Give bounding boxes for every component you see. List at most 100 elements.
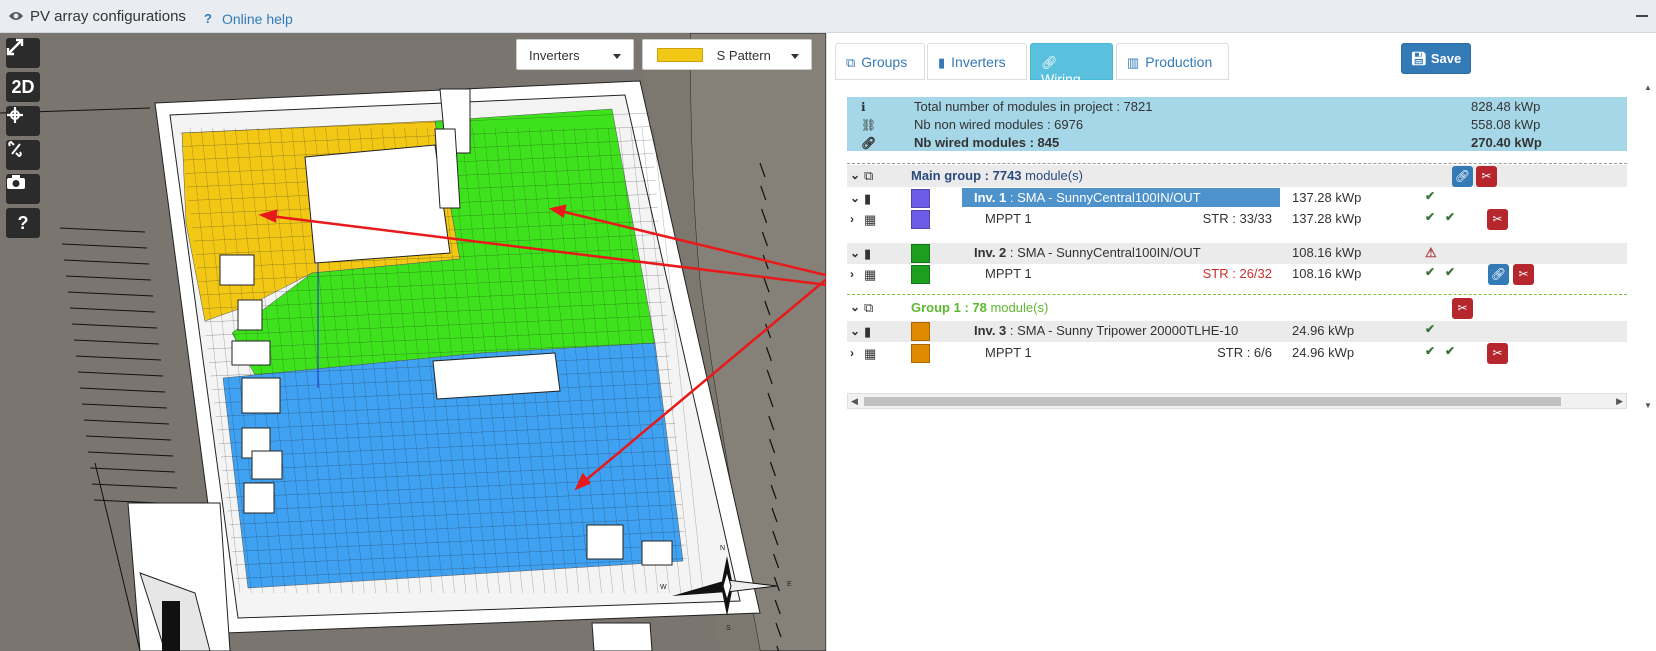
- help-tool-button[interactable]: ?: [6, 208, 40, 238]
- inverter-name: Inv. 3 : SMA - Sunny Tripower 20000TLHE-…: [974, 323, 1239, 338]
- caret-down-icon: [791, 54, 799, 59]
- group-1-row[interactable]: ⌄ ⧉ Group 1 : 78 module(s) ✂: [847, 297, 1627, 319]
- screenshot-button[interactable]: [6, 174, 40, 204]
- bar-chart-icon: ▥: [1127, 55, 1140, 70]
- unlink-button[interactable]: ✂: [1452, 298, 1473, 319]
- mppt-string-count: STR : 26/32: [1202, 266, 1272, 281]
- summary-total-label: Total number of modules in project : 782…: [914, 99, 1153, 114]
- scroll-down-icon[interactable]: ▼: [1644, 401, 1652, 410]
- mppt-icon: ▦: [864, 212, 877, 227]
- vertical-scrollbar[interactable]: ▲ ▼: [1640, 83, 1656, 413]
- check-icon: ✔: [1425, 189, 1436, 203]
- check-icon: ✔: [1445, 210, 1456, 224]
- mppt-color-swatch[interactable]: [911, 344, 930, 363]
- check-icon: ✔: [1445, 344, 1456, 358]
- check-icon: ✔: [1425, 322, 1436, 336]
- link-icon: 🔗︎: [861, 136, 877, 150]
- chevron-right-icon[interactable]: ›: [850, 267, 860, 281]
- group-icon: ⧉: [864, 300, 874, 315]
- check-icon: ✔: [1425, 210, 1436, 224]
- divider: [847, 163, 1627, 164]
- mppt-icon: ▦: [864, 346, 877, 361]
- roof-3d-viewport[interactable]: N S E W 2D ? Inverters S Pattern: [0, 33, 826, 651]
- wiring-panel: ⧉ Groups ▮ Inverters 🔗︎Wiring ▥ Production …: [826, 33, 1656, 651]
- unlink-button[interactable]: ✂: [1476, 166, 1497, 187]
- chevron-down-icon[interactable]: ⌄: [850, 191, 860, 205]
- caret-down-icon: [613, 54, 621, 59]
- tab-groups-label: Groups: [861, 54, 908, 70]
- tab-wiring[interactable]: 🔗︎Wiring: [1030, 43, 1113, 87]
- inverter-row-1[interactable]: ⌄ ▮ Inv. 1 : SMA - SunnyCentral100IN/OUT…: [847, 188, 1627, 208]
- inverter-row-3[interactable]: ⌄ ▮ Inv. 3 : SMA - Sunny Tripower 20000T…: [847, 321, 1627, 342]
- pattern-dropdown[interactable]: S Pattern: [642, 39, 812, 70]
- unlink-tool-button[interactable]: [6, 140, 40, 170]
- unlink-button[interactable]: ✂: [1513, 264, 1534, 285]
- roof-scene[interactable]: N S E W: [0, 33, 826, 651]
- mppt-kwp: 137.28 kWp: [1292, 211, 1362, 226]
- expand-icon: [6, 38, 24, 56]
- check-icon: ✔: [1425, 265, 1436, 279]
- save-button[interactable]: 💾︎ Save: [1401, 43, 1471, 74]
- mppt-row-1[interactable]: › ▦ MPPT 1 STR : 33/33 137.28 kWp ✔ ✔ ✂: [847, 209, 1627, 230]
- mppt-string-count: STR : 6/6: [1217, 345, 1272, 360]
- mppt-color-swatch[interactable]: [911, 265, 930, 284]
- tab-inverters[interactable]: ▮ Inverters: [927, 43, 1027, 80]
- scroll-right-icon[interactable]: ▶: [1616, 396, 1623, 407]
- group-1-label: Group 1 : 78 module(s): [911, 300, 1049, 315]
- tab-production-label: Production: [1145, 54, 1213, 70]
- move-button[interactable]: [6, 106, 40, 136]
- chevron-right-icon[interactable]: ›: [850, 212, 860, 226]
- inverter-kwp: 108.16 kWp: [1292, 245, 1362, 260]
- link-icon: 🔗︎: [1041, 55, 1058, 70]
- help-icon[interactable]: ?: [204, 11, 212, 26]
- horizontal-scrollbar[interactable]: ◀ ▶: [847, 393, 1627, 409]
- summary-nonwired-row: ⛓ Nb non wired modules : 6976 558.08 kWp: [847, 116, 1627, 134]
- group-icon: ⧉: [864, 168, 874, 183]
- tab-groups[interactable]: ⧉ Groups: [835, 43, 925, 80]
- scroll-up-icon[interactable]: ▲: [1644, 83, 1652, 92]
- mppt-row-2[interactable]: › ▦ MPPT 1 STR : 26/32 108.16 kWp ✔ ✔ 🔗︎…: [847, 264, 1627, 285]
- inverter-icon: ▮: [864, 191, 872, 206]
- inverter-row-2[interactable]: ⌄ ▮ Inv. 2 : SMA - SunnyCentral100IN/OUT…: [847, 243, 1627, 264]
- main-group-row[interactable]: ⌄ ⧉ Main group : 7743 module(s) 🔗︎ ✂: [847, 165, 1627, 187]
- unlink-button[interactable]: ✂: [1487, 209, 1508, 230]
- chevron-down-icon[interactable]: ⌄: [850, 168, 860, 182]
- title-bar: PV array configurations ? Online help: [0, 0, 1656, 33]
- chevron-down-icon[interactable]: ⌄: [850, 324, 860, 338]
- mppt-row-3[interactable]: › ▦ MPPT 1 STR : 6/6 24.96 kWp ✔ ✔ ✂: [847, 343, 1627, 364]
- chevron-right-icon[interactable]: ›: [850, 346, 860, 360]
- summary-box: ℹ Total number of modules in project : 7…: [847, 97, 1627, 151]
- inverter-icon: ▮: [864, 246, 872, 261]
- tab-production[interactable]: ▥ Production: [1116, 43, 1229, 80]
- compass-east: E: [787, 581, 792, 588]
- inverter-color-swatch[interactable]: [911, 189, 930, 208]
- online-help-link[interactable]: Online help: [222, 11, 293, 27]
- warning-icon: ⚠: [1425, 245, 1437, 260]
- inverter-icon: ▮: [864, 324, 872, 339]
- chevron-down-icon[interactable]: ⌄: [850, 246, 860, 260]
- summary-nonwired-kwp: 558.08 kWp: [1471, 117, 1541, 132]
- link-button[interactable]: 🔗︎: [1452, 166, 1473, 187]
- info-icon: ℹ: [861, 100, 866, 114]
- tab-wiring-label: Wiring: [1041, 71, 1081, 87]
- summary-wired-row: 🔗︎ Nb wired modules : 845 270.40 kWp: [847, 134, 1627, 152]
- inverters-dropdown[interactable]: Inverters: [516, 39, 634, 70]
- tab-inverters-label: Inverters: [951, 54, 1006, 70]
- unlink-button[interactable]: ✂: [1487, 343, 1508, 364]
- summary-total-kwp: 828.48 kWp: [1471, 99, 1541, 114]
- mppt-color-swatch[interactable]: [911, 210, 930, 229]
- chevron-down-icon[interactable]: ⌄: [850, 300, 860, 314]
- mppt-icon: ▦: [864, 267, 877, 282]
- save-label: Save: [1430, 51, 1462, 66]
- view-2d-button[interactable]: 2D: [6, 72, 40, 102]
- inverter-color-swatch[interactable]: [911, 244, 930, 263]
- scroll-left-icon[interactable]: ◀: [851, 396, 858, 407]
- mppt-kwp: 108.16 kWp: [1292, 266, 1362, 281]
- check-icon: ✔: [1445, 265, 1456, 279]
- link-button[interactable]: 🔗︎: [1488, 264, 1509, 285]
- minimize-button[interactable]: [1636, 15, 1648, 17]
- scrollbar-thumb[interactable]: [864, 397, 1561, 406]
- fullscreen-button[interactable]: [6, 38, 40, 68]
- inverter-color-swatch[interactable]: [911, 322, 930, 341]
- inverter-icon: ▮: [938, 55, 946, 70]
